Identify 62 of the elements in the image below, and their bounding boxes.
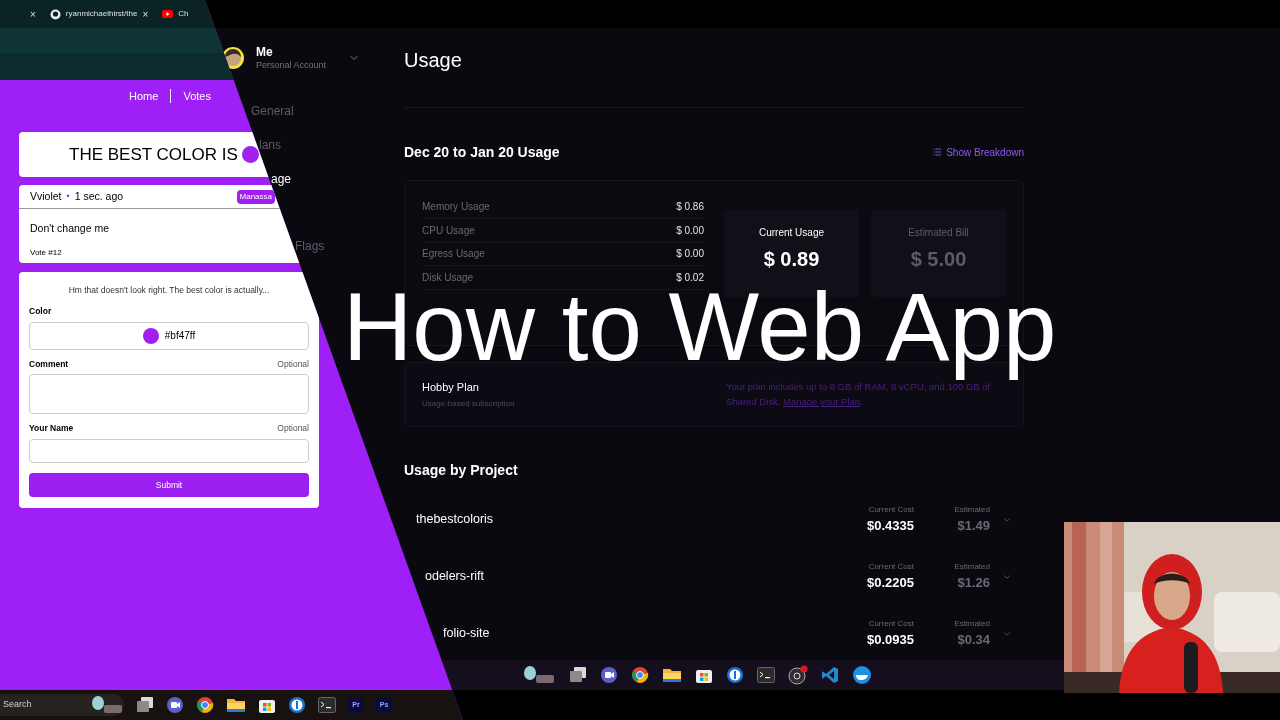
cost-label: Current Cost [868, 503, 914, 516]
close-icon[interactable]: × [30, 6, 36, 22]
projects-heading: Usage by Project [404, 461, 519, 480]
optional-hint: Optional [277, 422, 309, 435]
project-name: thebestcoloris [416, 511, 495, 529]
period-heading: Dec 20 to Jan 20 Usage [404, 143, 560, 162]
usage-label: Disk Usage [422, 271, 474, 286]
usage-label: CPU Usage [422, 223, 475, 238]
field-label: Your Name [29, 422, 74, 435]
cost-value: $0.2205 [867, 573, 914, 592]
submit-button[interactable]: Submit [29, 473, 309, 497]
dot-separator: • [66, 189, 70, 203]
usage-value: $ 0.00 [676, 247, 704, 262]
usage-label: Egress Usage [422, 247, 485, 262]
color-field[interactable]: #bf47ff [29, 321, 309, 350]
vote-color-name: Vviolet [30, 188, 62, 204]
close-icon[interactable]: × [142, 6, 149, 22]
tab-title: ryanmichaelhirst/the [65, 8, 138, 20]
nav-link[interactable]: Home [129, 87, 159, 105]
vote-comment: Don't change me [29, 221, 111, 236]
tab-title: Ch [178, 8, 189, 20]
project-name: folio-site [442, 625, 491, 643]
form-prompt: Hm that doesn't look right. The best color is actually... [67, 284, 271, 297]
account-type: Personal Account [256, 59, 328, 71]
estimate-value: $1.49 [957, 516, 990, 535]
estimate-label: Estimated [954, 503, 990, 516]
current-usage-label: Current Usage [759, 226, 824, 240]
overlay-title: How to Web App [343, 289, 1057, 382]
page-title: Usage [404, 48, 463, 72]
project-name: odelers-rift [424, 568, 486, 586]
sidebar-item[interactable]: age [271, 169, 292, 189]
hero-title: THE BEST COLOR IS [69, 143, 238, 166]
account-name: Me [256, 45, 274, 59]
sidebar-item[interactable]: General [251, 101, 294, 121]
nav-link[interactable]: Votes [183, 87, 211, 105]
field-label: Color [29, 304, 52, 318]
estimate-label: Estimated [954, 560, 990, 573]
sidebar-item[interactable]: Flags [295, 236, 325, 256]
cost-label: Current Cost [868, 560, 914, 573]
sidebar-item[interactable]: lans [259, 135, 281, 155]
cost-value: $0.0935 [867, 630, 914, 649]
show-breakdown-link[interactable]: Show Breakdown [932, 145, 1024, 160]
vote-time: 1 sec. ago [74, 188, 124, 204]
usage-value: $ 0.86 [676, 199, 704, 214]
usage-value: $ 0.02 [676, 271, 704, 286]
cost-value: $0.4335 [867, 516, 914, 535]
plan-name: Hobby Plan [422, 379, 480, 395]
optional-hint: Optional [277, 357, 309, 371]
location-badge: Manassa [236, 189, 275, 204]
estimate-label: Estimated [954, 617, 990, 630]
current-usage-value: $ 0.89 [763, 247, 820, 272]
estimated-bill-value: $ 5.00 [910, 247, 967, 272]
estimate-value: $0.34 [957, 630, 990, 649]
field-label: Comment [29, 357, 69, 371]
plan-subtitle: Usage-based subscription [422, 398, 516, 411]
estimate-value: $1.26 [957, 573, 990, 592]
usage-value: $ 0.00 [676, 223, 704, 238]
cost-label: Current Cost [868, 617, 914, 630]
estimated-bill-label: Estimated Bill [908, 226, 969, 240]
plan-note: Your plan includes up to 8 GB of RAM, 8 vCPU, and 100 GB of Shared Disk. Manage your Plan. [726, 380, 992, 410]
usage-label: Memory Usage [422, 199, 490, 214]
search-field[interactable]: Search [0, 694, 124, 716]
